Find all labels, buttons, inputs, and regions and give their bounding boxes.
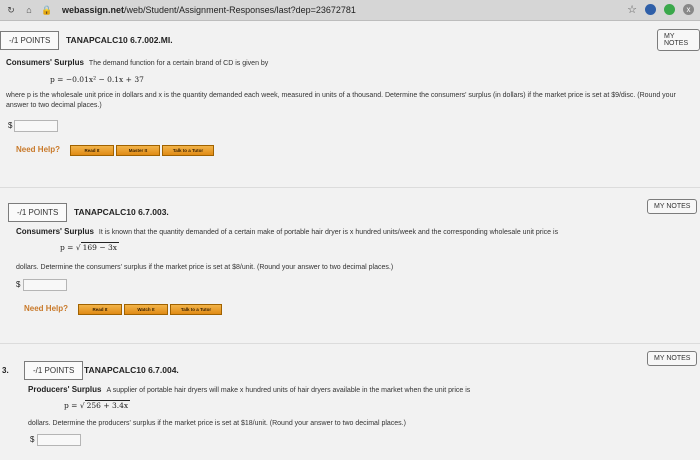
bookmark-star-icon[interactable]: ☆ xyxy=(627,3,637,16)
question-number: 3. xyxy=(2,366,9,375)
currency-symbol: $ xyxy=(30,435,35,444)
lock-icon: 🔒 xyxy=(41,4,53,15)
currency-symbol: $ xyxy=(8,121,13,130)
question-topic: Consumers' Surplus xyxy=(16,227,94,236)
intro-text: It is known that the quantity demanded o… xyxy=(98,229,559,236)
answer-input[interactable] xyxy=(23,279,67,291)
answer-input[interactable] xyxy=(37,434,81,446)
formula-radicand: 169 − 3x xyxy=(80,242,120,252)
my-notes-button[interactable]: MY NOTES xyxy=(647,199,698,214)
price-formula: p = √ 169 − 3x xyxy=(60,242,120,252)
extension-icon[interactable] xyxy=(645,4,656,15)
supply-formula: p = √ 256 + 3.4x xyxy=(64,400,131,410)
talk-to-tutor-button[interactable]: Talk to a Tutor xyxy=(162,145,214,156)
question-body: dollars. Determine the producers' surplu… xyxy=(28,420,406,427)
points-badge: -/1 POINTS xyxy=(24,361,84,380)
points-badge: -/1 POINTS xyxy=(0,31,60,50)
need-help-label: Need Help? xyxy=(16,145,61,154)
formula-lhs: p = xyxy=(60,243,76,252)
watch-it-button[interactable]: Watch It xyxy=(124,304,168,315)
url-path: /web/Student/Assignment-Responses/last?d… xyxy=(124,5,356,15)
formula-lhs: p = xyxy=(64,401,80,410)
formula-radicand: 256 + 3.4x xyxy=(84,400,131,410)
question-intro: Consumers' Surplus The demand function fo… xyxy=(6,58,686,69)
question-topic: Producers' Surplus xyxy=(28,385,102,394)
home-icon[interactable]: ⌂ xyxy=(22,5,36,15)
assignment-page: -/1 POINTS TANAPCALC10 6.7.002.MI. MY NO… xyxy=(0,21,700,460)
question-body: where p is the wholesale unit price in d… xyxy=(6,92,676,109)
address-bar[interactable]: webassign.net/web/Student/Assignment-Res… xyxy=(62,5,356,15)
browser-extensions: ☆ x xyxy=(627,3,694,16)
read-it-button[interactable]: Read It xyxy=(70,145,114,156)
question-code: TANAPCALC10 6.7.002.MI. xyxy=(66,35,173,45)
currency-symbol: $ xyxy=(16,280,21,289)
read-it-button[interactable]: Read It xyxy=(78,304,122,315)
talk-to-tutor-button[interactable]: Talk to a Tutor xyxy=(170,304,222,315)
question-code: TANAPCALC10 6.7.004. xyxy=(84,365,179,375)
close-icon[interactable]: x xyxy=(683,4,694,15)
need-help-label: Need Help? xyxy=(24,304,69,313)
question-topic: Consumers' Surplus xyxy=(6,58,84,67)
url-domain: webassign.net xyxy=(62,5,125,15)
question-intro: Consumers' Surplus It is known that the q… xyxy=(16,227,686,238)
refresh-icon[interactable]: ↻ xyxy=(4,5,18,16)
demand-formula: p = −0.01x² − 0.1x + 37 xyxy=(50,75,144,84)
question-divider xyxy=(0,187,700,188)
intro-text: A supplier of portable hair dryers will … xyxy=(106,387,471,394)
points-badge: -/1 POINTS xyxy=(8,203,68,222)
answer-input[interactable] xyxy=(14,120,58,132)
my-notes-button[interactable]: MY NOTES xyxy=(657,29,700,51)
question-divider xyxy=(0,343,700,344)
question-intro: Producers' Surplus A supplier of portable… xyxy=(28,385,688,396)
browser-toolbar: ↻ ⌂ 🔒 webassign.net/web/Student/Assignme… xyxy=(0,0,700,21)
extension-icon[interactable] xyxy=(664,4,675,15)
intro-text: The demand function for a certain brand … xyxy=(88,60,269,67)
my-notes-button[interactable]: MY NOTES xyxy=(647,351,698,366)
question-code: TANAPCALC10 6.7.003. xyxy=(74,207,169,217)
master-it-button[interactable]: Master It xyxy=(116,145,160,156)
question-body: dollars. Determine the consumers' surplu… xyxy=(16,264,394,271)
